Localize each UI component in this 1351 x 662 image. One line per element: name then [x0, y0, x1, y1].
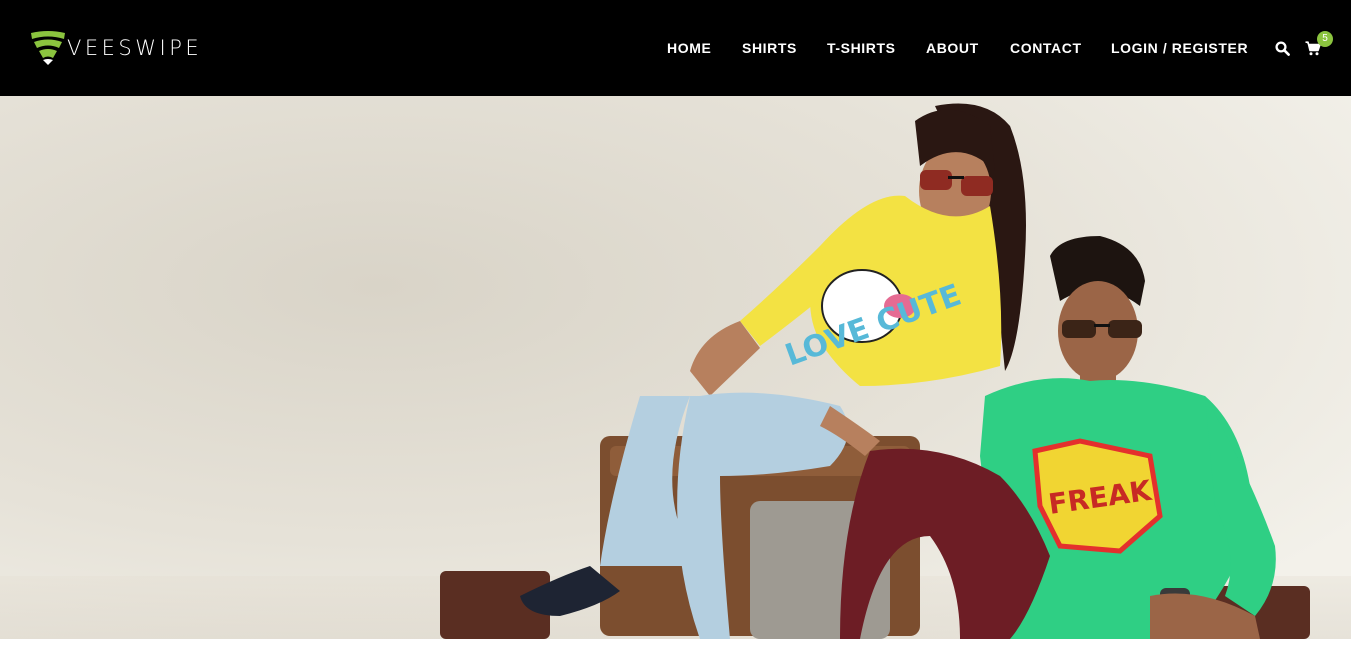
brand-name: VEESWIPE [67, 36, 203, 60]
nav-t-shirts[interactable]: T-SHIRTS [827, 40, 896, 56]
nav-shirts[interactable]: SHIRTS [742, 40, 797, 56]
brand-logo[interactable]: VEESWIPE [30, 30, 202, 66]
nav-about[interactable]: ABOUT [926, 40, 979, 56]
nav-home[interactable]: HOME [667, 40, 711, 56]
hero-banner: LOVE CUTE FREAK [0, 96, 1351, 639]
nav-login-register[interactable]: LOGIN / REGISTER [1111, 40, 1248, 56]
hero-banner-photo: LOVE CUTE FREAK [0, 96, 1351, 639]
site-header: VEESWIPE HOME SHIRTS T-SHIRTS ABOUT CONT… [0, 0, 1351, 96]
nav-contact[interactable]: CONTACT [1010, 40, 1082, 56]
content-area [0, 639, 1351, 662]
wifi-shield-icon [31, 31, 65, 65]
cart-count-badge: 5 [1317, 31, 1333, 47]
search-icon[interactable] [1275, 41, 1290, 56]
